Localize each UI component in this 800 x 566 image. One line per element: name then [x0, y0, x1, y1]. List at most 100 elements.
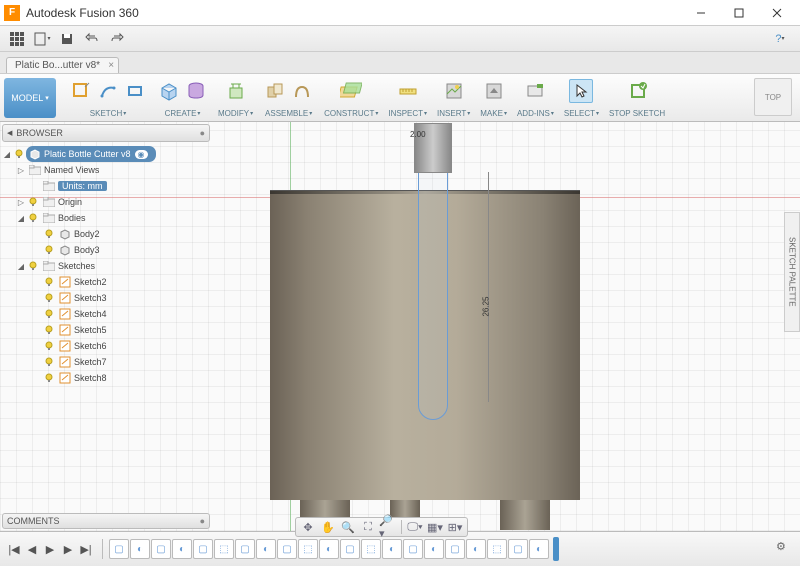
insert-group-label[interactable]: INSERT — [437, 109, 470, 118]
timeline-feature[interactable]: ▢ — [445, 539, 465, 559]
maximize-button[interactable] — [720, 1, 758, 25]
tree-sketch-item[interactable]: Sketch2 — [74, 277, 107, 287]
tree-sketch-item[interactable]: Sketch3 — [74, 293, 107, 303]
plane-icon[interactable] — [339, 79, 363, 103]
joint-icon[interactable] — [263, 79, 287, 103]
timeline-feature[interactable]: ◐ — [172, 539, 192, 559]
expand-icon[interactable]: ◢ — [16, 262, 26, 271]
visibility-bulb-icon[interactable] — [27, 196, 39, 208]
timeline-feature[interactable]: ▢ — [277, 539, 297, 559]
tree-sketch-item[interactable]: Sketch4 — [74, 309, 107, 319]
dimension-top[interactable]: 2.00 — [410, 130, 426, 139]
timeline-marker[interactable] — [553, 537, 559, 561]
save-button[interactable] — [56, 29, 78, 49]
visibility-bulb-icon[interactable] — [43, 356, 55, 368]
print3d-icon[interactable] — [482, 79, 506, 103]
make-group-label[interactable]: MAKE — [480, 109, 507, 118]
timeline-feature[interactable]: ▢ — [193, 539, 213, 559]
addins-group-label[interactable]: ADD-INS — [517, 109, 554, 118]
select-icon[interactable] — [569, 79, 593, 103]
tree-item-units[interactable]: Units: mm — [58, 181, 107, 191]
display-settings-icon[interactable]: 🖵▾ — [406, 519, 424, 535]
file-menu-button[interactable]: ▾ — [31, 29, 53, 49]
addins-icon[interactable] — [523, 79, 547, 103]
box-icon[interactable] — [157, 79, 181, 103]
modify-group-label[interactable]: MODIFY — [218, 109, 253, 118]
tree-body-item[interactable]: Body2 — [74, 229, 100, 239]
inspect-group-label[interactable]: INSPECT — [388, 109, 427, 118]
help-button[interactable]: ?▾ — [769, 29, 791, 49]
tree-item[interactable]: Sketches — [58, 261, 95, 271]
expand-icon[interactable]: ▷ — [16, 198, 26, 207]
data-panel-button[interactable] — [6, 29, 28, 49]
timeline-feature[interactable]: ◐ — [319, 539, 339, 559]
tree-sketch-item[interactable]: Sketch5 — [74, 325, 107, 335]
timeline-feature[interactable]: ◐ — [256, 539, 276, 559]
tree-sketch-item[interactable]: Sketch8 — [74, 373, 107, 383]
timeline-feature[interactable]: ▢ — [508, 539, 528, 559]
workspace-switcher[interactable]: MODEL — [4, 78, 56, 118]
timeline-feature[interactable]: ⬚ — [298, 539, 318, 559]
timeline-start-button[interactable]: |◀ — [6, 541, 22, 557]
measure-icon[interactable] — [396, 79, 420, 103]
visibility-bulb-icon[interactable] — [27, 260, 39, 272]
construct-group-label[interactable]: CONSTRUCT — [324, 109, 378, 118]
tree-item[interactable]: Bodies — [58, 213, 86, 223]
visibility-bulb-icon[interactable] — [43, 276, 55, 288]
dimension-side[interactable]: 26.25 — [482, 296, 491, 316]
stop-sketch-label[interactable]: STOP SKETCH — [609, 109, 666, 118]
pan-icon[interactable]: ✋ — [319, 519, 337, 535]
timeline-feature[interactable]: ◐ — [382, 539, 402, 559]
timeline-feature[interactable]: ◐ — [529, 539, 549, 559]
sketch-slot-profile[interactable] — [418, 150, 448, 420]
sketch-group-label[interactable]: SKETCH — [90, 109, 126, 118]
document-tab[interactable]: Platic Bo...utter v8* × — [6, 57, 119, 73]
decal-icon[interactable] — [442, 79, 466, 103]
tree-item[interactable]: Origin — [58, 197, 82, 207]
rectangle-icon[interactable] — [123, 79, 147, 103]
extrude-icon[interactable] — [184, 79, 208, 103]
timeline-feature[interactable]: ⬚ — [214, 539, 234, 559]
pin-icon[interactable]: ● — [200, 128, 205, 138]
timeline-settings-icon[interactable]: ⚙ — [776, 540, 794, 558]
tree-sketch-item[interactable]: Sketch7 — [74, 357, 107, 367]
timeline-feature[interactable]: ▢ — [340, 539, 360, 559]
timeline-feature[interactable]: ◐ — [424, 539, 444, 559]
collapse-icon[interactable]: ◀ — [7, 129, 12, 137]
tree-sketch-item[interactable]: Sketch6 — [74, 341, 107, 351]
visibility-bulb-icon[interactable] — [27, 212, 39, 224]
grid-settings-icon[interactable]: ▦▾ — [426, 519, 444, 535]
timeline-fwd-button[interactable]: ▶ — [60, 541, 76, 557]
visibility-bulb-icon[interactable] — [13, 148, 25, 160]
tree-root[interactable]: Platic Bottle Cutter v8◉ — [26, 146, 156, 162]
visibility-bulb-icon[interactable] — [43, 308, 55, 320]
viewports-icon[interactable]: ⊞▾ — [446, 519, 464, 535]
timeline-feature[interactable]: ▢ — [151, 539, 171, 559]
sketch-palette-tab[interactable]: SKETCH PALETTE — [784, 212, 800, 332]
expand-icon[interactable]: ◢ — [2, 150, 12, 159]
tree-body-item[interactable]: Body3 — [74, 245, 100, 255]
presspull-icon[interactable] — [224, 79, 248, 103]
tree-item[interactable]: Named Views — [44, 165, 99, 175]
model-leg[interactable] — [500, 500, 550, 530]
fit-icon[interactable]: ⛶ — [359, 519, 377, 535]
expand-icon[interactable]: ◢ — [16, 214, 26, 223]
visibility-bulb-icon[interactable] — [43, 228, 55, 240]
create-group-label[interactable]: CREATE — [165, 109, 201, 118]
timeline-back-button[interactable]: ◀ — [24, 541, 40, 557]
assemble-group-label[interactable]: ASSEMBLE — [265, 109, 312, 118]
expand-icon[interactable]: ▷ — [16, 166, 26, 175]
visibility-bulb-icon[interactable] — [43, 292, 55, 304]
zoom-icon[interactable]: 🔍 — [339, 519, 357, 535]
browser-header[interactable]: ◀ BROWSER ● — [2, 124, 210, 142]
orbit-icon[interactable]: ✥ — [299, 519, 317, 535]
assemble-icon[interactable] — [290, 79, 314, 103]
minimize-button[interactable] — [682, 1, 720, 25]
visibility-bulb-icon[interactable] — [43, 244, 55, 256]
visibility-bulb-icon[interactable] — [43, 324, 55, 336]
close-button[interactable] — [758, 1, 796, 25]
redo-button[interactable] — [106, 29, 128, 49]
sketch-create-icon[interactable] — [69, 79, 93, 103]
stop-sketch-icon[interactable] — [626, 79, 650, 103]
timeline-feature[interactable]: ◐ — [130, 539, 150, 559]
